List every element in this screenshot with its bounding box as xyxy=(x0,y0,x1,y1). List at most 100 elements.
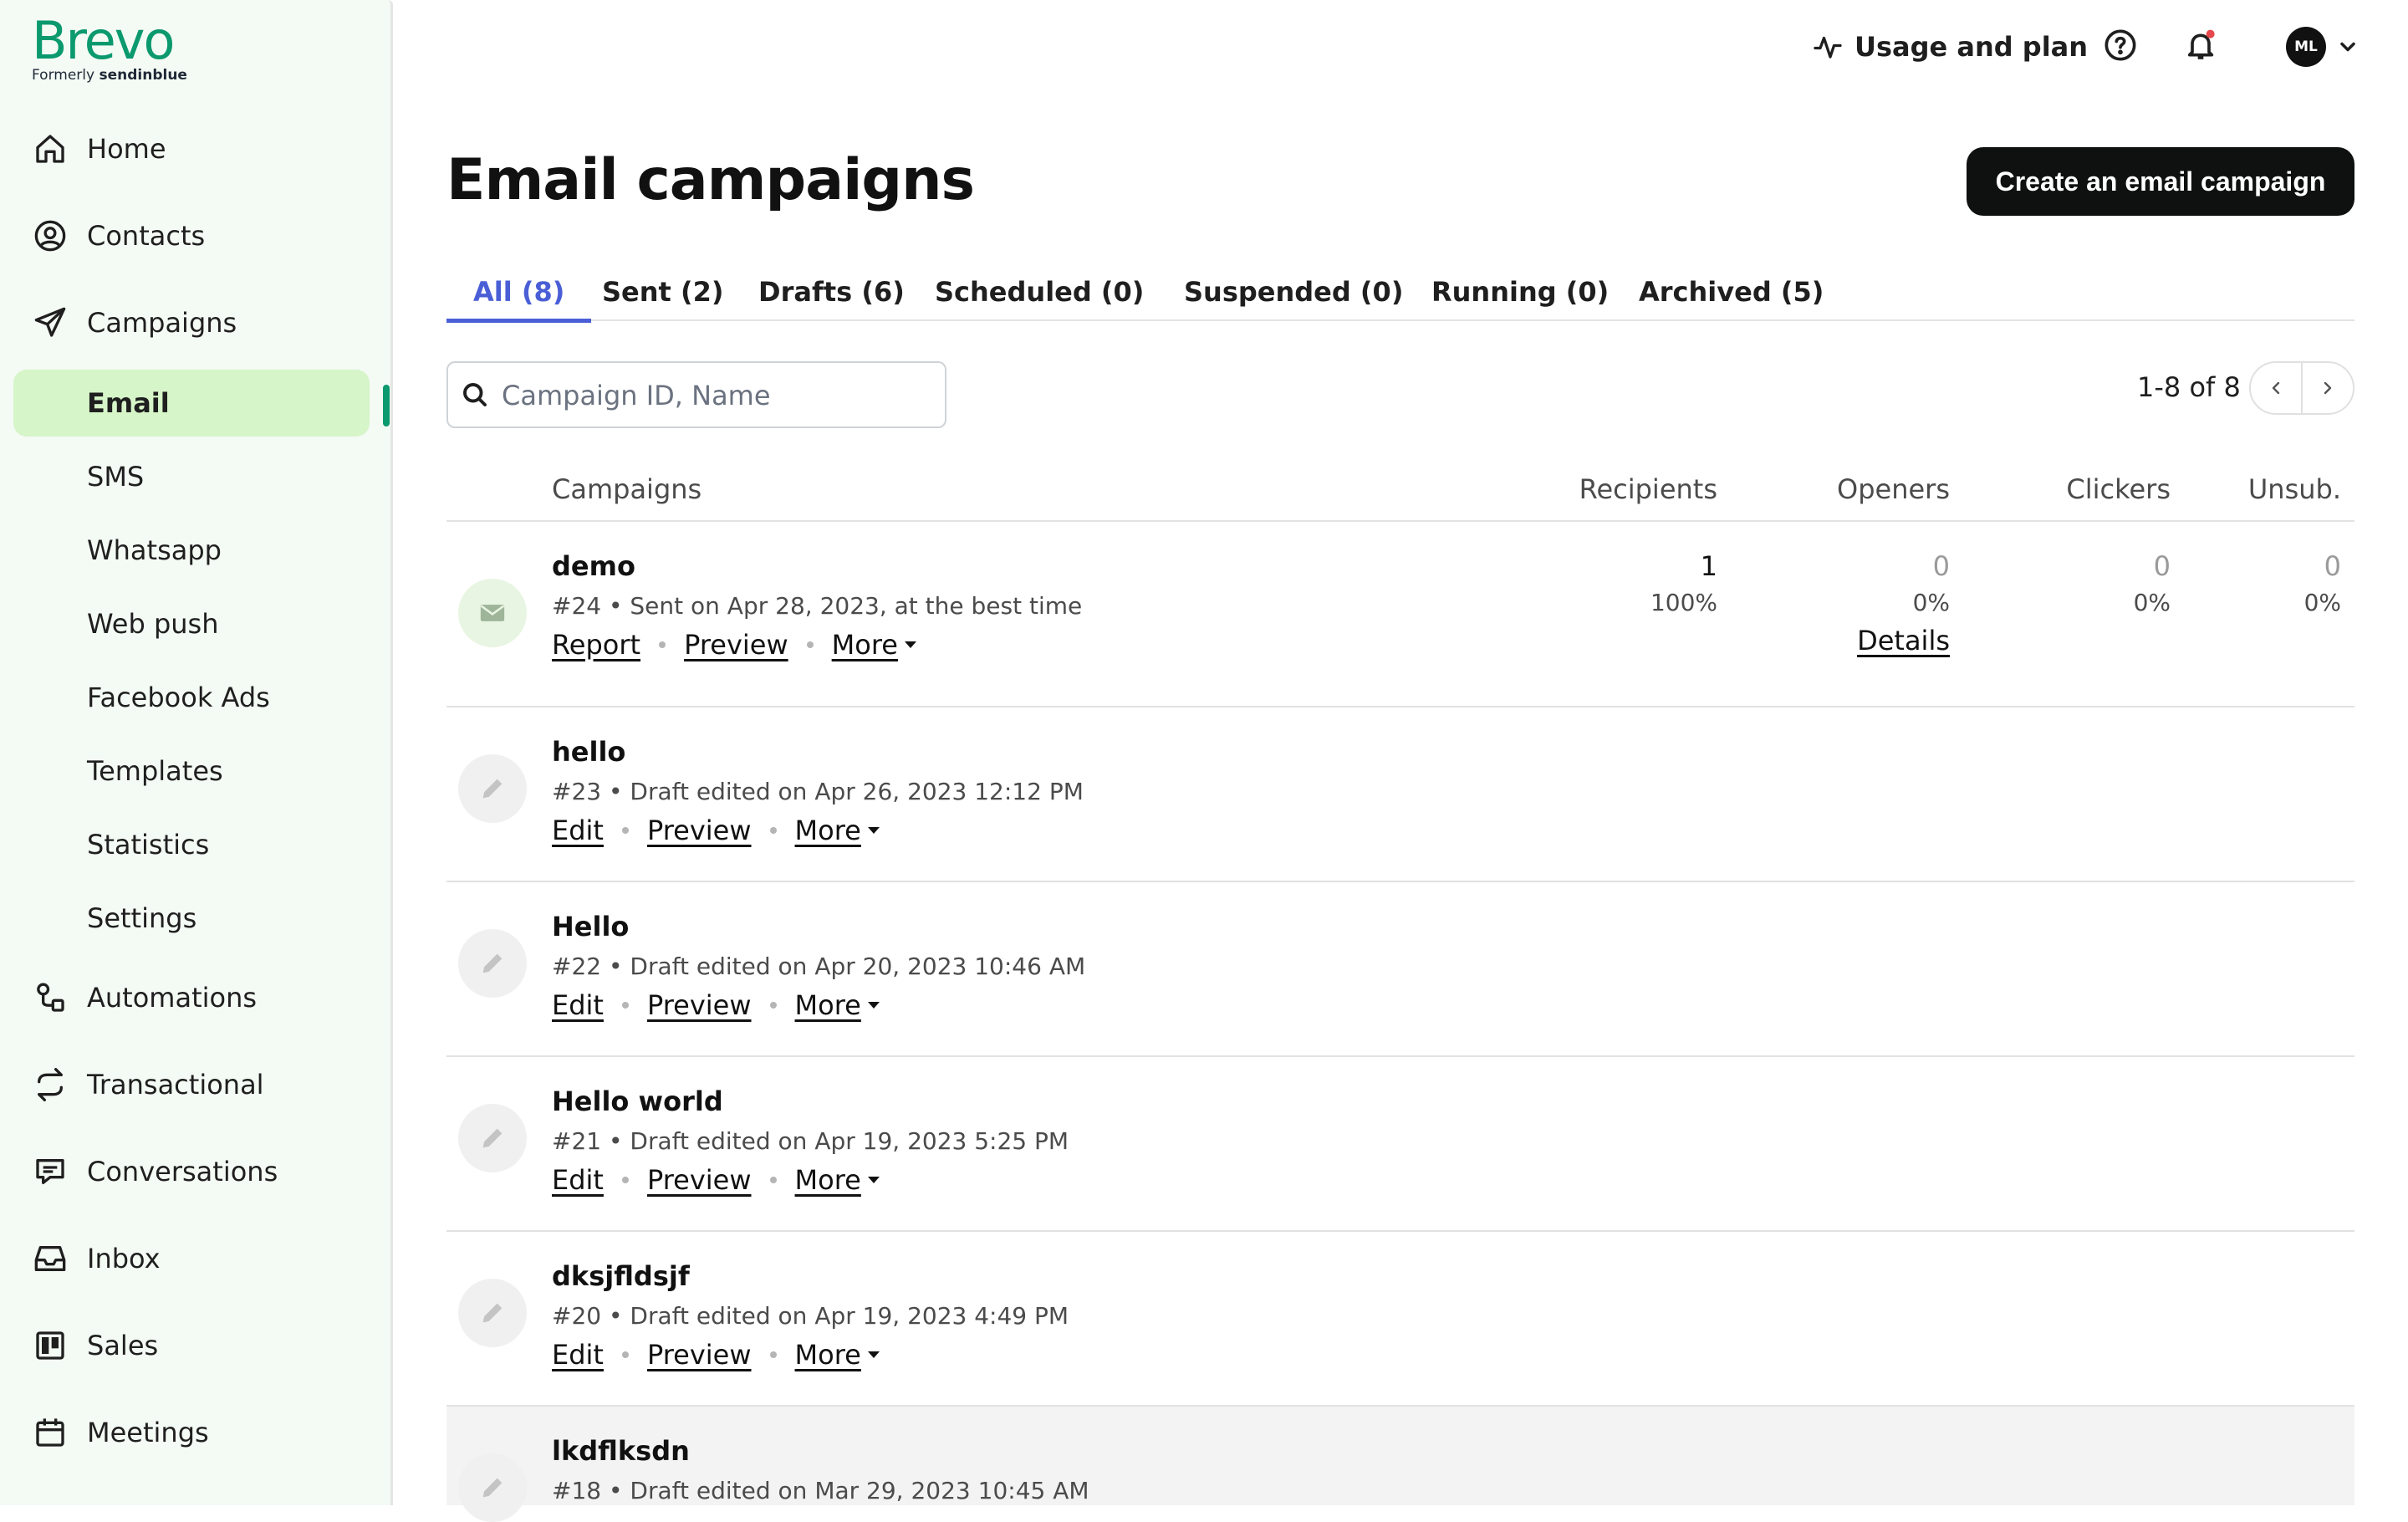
sidebar-sub-label: Templates xyxy=(87,755,223,787)
sidebar-sub-label: Email xyxy=(87,387,170,419)
campaign-name[interactable]: Hello xyxy=(552,911,629,942)
sidebar-sub-email[interactable]: Email xyxy=(13,370,370,437)
separator-dot xyxy=(621,1177,629,1183)
pagination-controls xyxy=(2249,361,2354,415)
row-actions: Edit Preview More xyxy=(552,1339,880,1371)
openers-cell: 0 0% Details xyxy=(1857,550,1950,656)
edit-link[interactable]: Edit xyxy=(552,1164,604,1196)
details-link[interactable]: Details xyxy=(1857,625,1950,656)
pencil-icon xyxy=(482,779,503,799)
caret-down-icon xyxy=(867,1002,880,1009)
sidebar-item-transactional[interactable]: Transactional xyxy=(0,1051,385,1118)
chat-icon xyxy=(36,1159,64,1184)
prev-page-button[interactable] xyxy=(2251,363,2301,413)
campaign-meta: #18 • Draft edited on Mar 29, 2023 10:45… xyxy=(552,1477,1089,1504)
more-menu[interactable]: More xyxy=(795,989,861,1021)
separator-dot xyxy=(769,1177,777,1183)
separator-dot xyxy=(806,641,814,648)
sidebar-sub-statistics[interactable]: Statistics xyxy=(13,811,370,878)
more-menu[interactable]: More xyxy=(795,815,861,846)
tab-sent[interactable]: Sent (2) xyxy=(602,263,723,321)
create-campaign-button[interactable]: Create an email campaign xyxy=(1967,147,2354,216)
next-page-button[interactable] xyxy=(2303,363,2353,413)
campaign-name[interactable]: Hello world xyxy=(552,1085,723,1117)
sidebar-item-sales[interactable]: Sales xyxy=(0,1312,385,1379)
sidebar-item-campaigns[interactable]: Campaigns xyxy=(0,289,385,356)
chevron-left-icon xyxy=(2272,381,2280,395)
chevron-down-icon[interactable] xyxy=(2336,35,2360,59)
activity-icon xyxy=(1814,36,1842,59)
clickers-count: 0 xyxy=(2153,550,2171,582)
caret-down-icon xyxy=(867,1177,880,1183)
status-icon xyxy=(458,1279,527,1347)
sidebar-item-home[interactable]: Home xyxy=(0,115,385,182)
edit-link[interactable]: Edit xyxy=(552,989,604,1021)
report-link[interactable]: Report xyxy=(552,629,640,661)
recipients-percent: 100% xyxy=(1650,589,1717,616)
caret-down-icon xyxy=(867,1351,880,1358)
table-header: Campaigns Recipients Openers Clickers Un… xyxy=(446,465,2354,522)
tab-running[interactable]: Running (0) xyxy=(1431,263,1609,321)
sidebar-sub-sms[interactable]: SMS xyxy=(13,443,370,510)
avatar[interactable]: ML xyxy=(2286,27,2326,67)
tab-scheduled[interactable]: Scheduled (0) xyxy=(935,263,1144,321)
sidebar-item-label: Home xyxy=(87,133,166,165)
sidebar-item-automations[interactable]: Automations xyxy=(0,964,385,1031)
more-menu[interactable]: More xyxy=(832,629,898,661)
sidebar-sub-whatsapp[interactable]: Whatsapp xyxy=(13,517,370,584)
usage-and-plan-button[interactable]: Usage and plan xyxy=(1813,25,2088,69)
notification-bell-icon[interactable] xyxy=(2184,28,2217,62)
sidebar-item-label: Campaigns xyxy=(87,307,237,339)
search-box xyxy=(446,361,946,428)
column-clickers: Clickers xyxy=(2066,473,2171,505)
inbox-icon xyxy=(34,1246,66,1271)
recipients-cell: 1 100% xyxy=(1650,550,1717,616)
preview-link[interactable]: Preview xyxy=(647,1164,752,1196)
sidebar-item-meetings[interactable]: Meetings xyxy=(0,1399,385,1466)
preview-link[interactable]: Preview xyxy=(647,989,752,1021)
row-actions: Edit Preview More xyxy=(552,989,880,1021)
more-menu[interactable]: More xyxy=(795,1164,861,1196)
sidebar-item-conversations[interactable]: Conversations xyxy=(0,1138,385,1205)
separator-dot xyxy=(621,1351,629,1358)
sidebar-item-inbox[interactable]: Inbox xyxy=(0,1225,385,1292)
recipients-count: 1 xyxy=(1700,550,1717,582)
column-recipients: Recipients xyxy=(1579,473,1717,505)
tab-all[interactable]: All (8) xyxy=(446,263,592,323)
sidebar-sub-facebook-ads[interactable]: Facebook Ads xyxy=(13,664,370,731)
home-icon xyxy=(36,135,64,163)
unsub-count: 0 xyxy=(2324,550,2341,582)
sidebar-item-contacts[interactable]: Contacts xyxy=(0,202,385,269)
send-icon xyxy=(34,307,66,337)
search-input[interactable] xyxy=(502,375,936,416)
preview-link[interactable]: Preview xyxy=(647,815,752,846)
campaign-name[interactable]: dksjfldsjf xyxy=(552,1260,690,1292)
sidebar-item-label: Contacts xyxy=(87,220,206,252)
edit-link[interactable]: Edit xyxy=(552,815,604,846)
tab-archived[interactable]: Archived (5) xyxy=(1639,263,1824,321)
preview-link[interactable]: Preview xyxy=(684,629,788,661)
sidebar-sub-web-push[interactable]: Web push xyxy=(13,590,370,657)
status-icon xyxy=(458,754,527,823)
edit-link[interactable]: Edit xyxy=(552,1339,604,1371)
campaign-name[interactable]: demo xyxy=(552,550,635,582)
table-row: hello #23 • Draft edited on Apr 26, 2023… xyxy=(446,707,2354,882)
more-menu[interactable]: More xyxy=(795,1339,861,1371)
sidebar-sub-label: Statistics xyxy=(87,829,210,861)
separator-dot xyxy=(621,1002,629,1009)
row-actions: Edit Preview More xyxy=(552,1164,880,1196)
table-row: Hello #22 • Draft edited on Apr 20, 2023… xyxy=(446,882,2354,1057)
tab-suspended[interactable]: Suspended (0) xyxy=(1184,263,1403,321)
campaign-name[interactable]: lkdflksdn xyxy=(552,1435,690,1467)
table-row: demo #24 • Sent on Apr 28, 2023, at the … xyxy=(446,522,2354,707)
brand-logo[interactable]: Brevo Formerly sendinblue xyxy=(32,13,187,84)
status-icon xyxy=(458,929,527,998)
help-icon[interactable] xyxy=(2104,28,2137,62)
tab-drafts[interactable]: Drafts (6) xyxy=(758,263,905,321)
sidebar-sub-templates[interactable]: Templates xyxy=(13,738,370,804)
openers-percent: 0% xyxy=(1912,589,1950,616)
calendar-icon xyxy=(36,1418,64,1447)
sidebar-sub-settings[interactable]: Settings xyxy=(13,885,370,952)
campaign-name[interactable]: hello xyxy=(552,736,625,768)
preview-link[interactable]: Preview xyxy=(647,1339,752,1371)
